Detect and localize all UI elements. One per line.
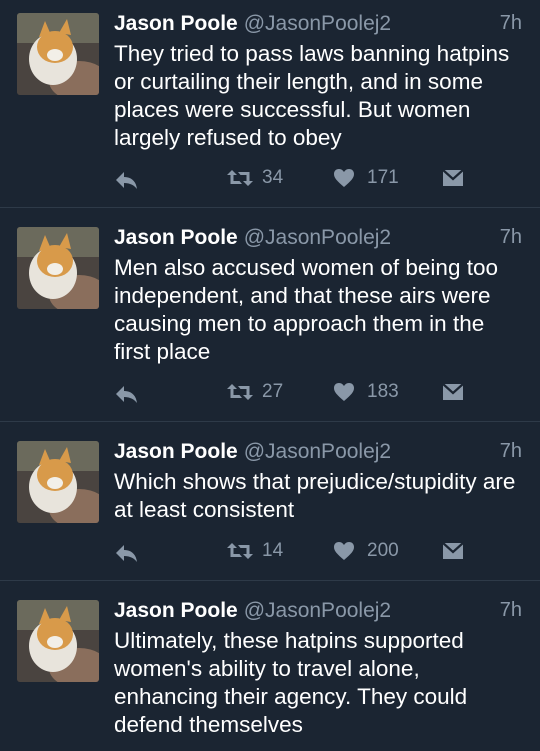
display-name[interactable]: Jason Poole [114,599,238,622]
like-button[interactable]: 171 [333,167,399,189]
user-handle[interactable]: @JasonPoolej2 [244,440,391,463]
user-handle[interactable]: @JasonPoolej2 [244,599,391,622]
tweet-header: Jason Poole @JasonPoolej2 7h [114,226,522,254]
retweet-button[interactable]: 27 [226,381,283,403]
direct-message-icon [442,383,464,400]
avatar[interactable] [17,441,99,523]
reply-icon [116,386,137,403]
tweet-actions: 27 183 [0,379,540,409]
like-button[interactable]: 183 [333,381,399,403]
tweet-text: They tried to pass laws banning hatpins … [114,41,510,150]
user-handle[interactable]: @JasonPoolej2 [244,12,391,35]
timeline-feed: Jason Poole @JasonPoolej2 7h They tried t… [0,0,540,751]
avatar[interactable] [17,227,99,309]
retweet-count: 34 [262,167,284,188]
reply-button[interactable] [114,170,138,190]
timestamp[interactable]: 7h [500,440,522,463]
direct-message-icon [442,542,464,559]
message-button[interactable] [442,169,464,187]
tweet[interactable]: Jason Poole @JasonPoolej2 7h Men also acc… [0,208,540,422]
reply-button[interactable] [114,384,138,404]
reply-button[interactable] [114,543,138,563]
avatar[interactable] [17,600,99,682]
tweet-text: Ultimately, these hatpins supported wome… [114,628,468,737]
heart-icon [334,383,354,401]
retweet-icon [227,543,253,559]
user-handle[interactable]: @JasonPoolej2 [244,226,391,249]
like-count: 171 [367,167,399,188]
tweet-header: Jason Poole @JasonPoolej2 7h [114,12,522,40]
avatar[interactable] [17,13,99,95]
timestamp[interactable]: 7h [500,599,522,622]
display-name[interactable]: Jason Poole [114,226,238,249]
retweet-icon [227,170,253,186]
retweet-count: 14 [262,540,284,561]
timestamp[interactable]: 7h [500,12,522,35]
reply-icon [116,172,137,189]
tweet-header: Jason Poole @JasonPoolej2 7h [114,599,522,627]
tweet-header: Jason Poole @JasonPoolej2 7h [114,440,522,468]
reply-icon [116,545,137,562]
tweet-text: Men also accused women of being too inde… [114,255,498,364]
display-name[interactable]: Jason Poole [114,12,238,35]
tweet-actions: 34 171 [0,165,540,195]
tweet[interactable]: Jason Poole @JasonPoolej2 7h Which shows … [0,422,540,581]
display-name[interactable]: Jason Poole [114,440,238,463]
tweet[interactable]: Jason Poole @JasonPoolej2 7h They tried t… [0,0,540,208]
direct-message-icon [442,169,464,186]
like-count: 183 [367,381,399,402]
tweet-text: Which shows that prejudice/stupidity are… [114,469,516,522]
message-button[interactable] [442,542,464,560]
heart-icon [334,542,354,560]
retweet-count: 27 [262,381,284,402]
tweet-actions: 14 200 [0,538,540,568]
retweet-button[interactable]: 14 [226,540,283,562]
heart-icon [334,169,354,187]
like-count: 200 [367,540,399,561]
retweet-icon [227,384,253,400]
timestamp[interactable]: 7h [500,226,522,249]
message-button[interactable] [442,383,464,401]
like-button[interactable]: 200 [333,540,399,562]
tweet[interactable]: Jason Poole @JasonPoolej2 7h Ultimately, … [0,581,540,751]
retweet-button[interactable]: 34 [226,167,283,189]
